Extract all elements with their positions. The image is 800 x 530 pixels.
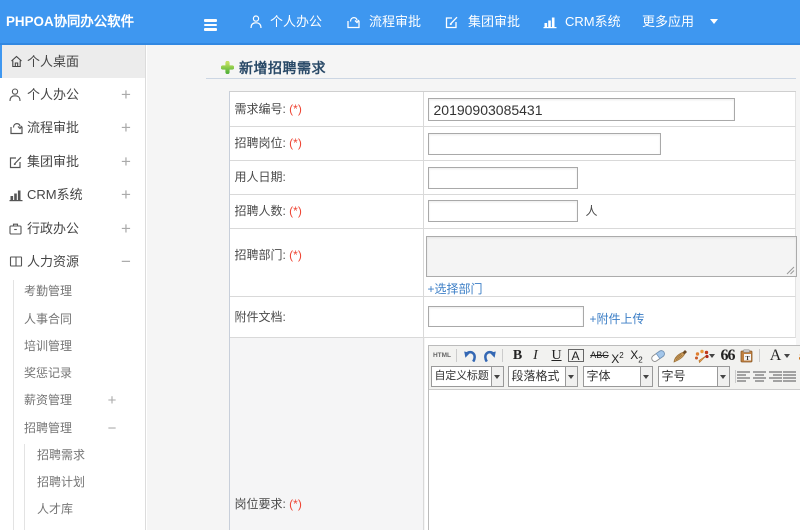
svg-text:T: T xyxy=(745,354,750,361)
